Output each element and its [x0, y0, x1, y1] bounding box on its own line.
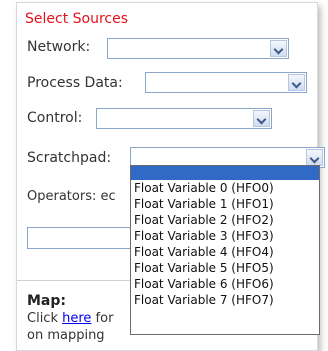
- map-help-text: Click here for: [27, 311, 113, 326]
- chevron-down-icon[interactable]: [306, 149, 323, 166]
- control-label: Control:: [27, 110, 83, 126]
- dropdown-option[interactable]: Float Variable 1 (HFO1): [131, 196, 319, 212]
- dropdown-option-highlighted[interactable]: [131, 166, 319, 180]
- network-label: Network:: [27, 39, 91, 55]
- network-select[interactable]: [107, 38, 289, 59]
- map-text-before: Click: [27, 311, 63, 326]
- scratchpad-dropdown-list[interactable]: Float Variable 0 (HFO0) Float Variable 1…: [130, 165, 320, 335]
- dropdown-option[interactable]: Float Variable 5 (HFO5): [131, 260, 319, 276]
- chevron-down-icon[interactable]: [288, 74, 305, 91]
- section-title: Select Sources: [25, 11, 129, 27]
- operators-row: Operators: ec: [27, 189, 116, 204]
- dropdown-option[interactable]: Float Variable 6 (HFO6): [131, 276, 319, 292]
- operators-label: Operators:: [27, 189, 97, 204]
- map-heading: Map:: [27, 293, 66, 309]
- process-data-label: Process Data:: [27, 75, 123, 91]
- dropdown-option[interactable]: Float Variable 0 (HFO0): [131, 180, 319, 196]
- dropdown-option[interactable]: Float Variable 7 (HFO7): [131, 292, 319, 308]
- dropdown-option[interactable]: Float Variable 3 (HFO3): [131, 228, 319, 244]
- map-here-link[interactable]: here: [62, 311, 91, 326]
- map-text-after: for: [91, 311, 114, 326]
- operators-value[interactable]: ec: [100, 189, 115, 204]
- dropdown-option[interactable]: Float Variable 4 (HFO4): [131, 244, 319, 260]
- process-data-select[interactable]: [145, 72, 307, 93]
- control-select[interactable]: [96, 108, 272, 129]
- chevron-down-icon[interactable]: [253, 110, 270, 127]
- chevron-down-icon[interactable]: [270, 40, 287, 57]
- map-help-text-line2: on mapping: [27, 328, 105, 343]
- dropdown-option[interactable]: Float Variable 2 (HFO2): [131, 212, 319, 228]
- scratchpad-label: Scratchpad:: [27, 150, 112, 166]
